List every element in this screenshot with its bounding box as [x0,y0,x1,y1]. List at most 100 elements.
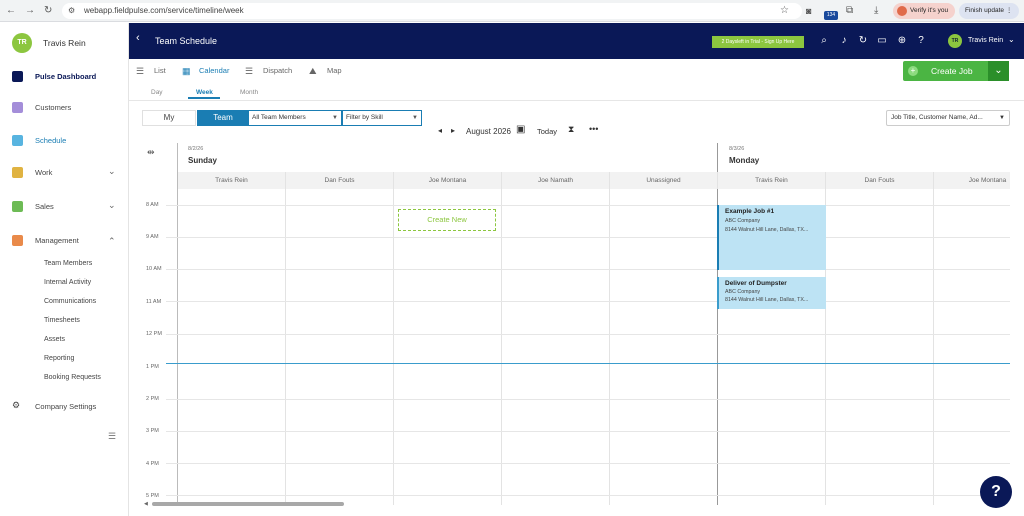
time-label: 11 AM [146,299,162,305]
tab-month[interactable]: Month [240,89,258,96]
chevron-down-icon[interactable]: ⌄ [988,61,1009,81]
time-label: 3 PM [146,428,159,434]
caret-down-icon: ▼ [412,115,418,121]
select-value: Filter by Skill [346,114,383,121]
calendar-icon: ▦ [182,66,191,76]
forward-arrow-icon[interactable]: → [25,4,35,18]
camera-icon[interactable]: ◙ [806,4,811,18]
today-button[interactable]: Today [537,127,557,136]
help-button[interactable]: ? [980,476,1012,508]
customers-icon [12,102,23,113]
day-date: 8/3/26 [729,146,745,152]
sidebar-subitem-communications[interactable]: Communications [44,298,96,305]
job-card[interactable]: Example Job #1 ABC Company 8144 Walnut H… [717,205,826,270]
sidebar-subitem-timesheets[interactable]: Timesheets [44,317,80,324]
bookmark-star-icon[interactable]: ☆ [780,4,789,18]
tab-day[interactable]: Day [151,89,163,96]
job-search-select[interactable]: Job Title, Customer Name, Ad... ▼ [886,110,1010,126]
back-chevron-icon[interactable]: ‹ [136,32,140,44]
sidebar-subitem-internal-activity[interactable]: Internal Activity [44,279,91,286]
browser-toolbar: ← → ↻ ⚙ webapp.fieldpulse.com/service/ti… [0,0,1024,22]
user-name[interactable]: Travis Rein [43,38,86,48]
sidebar-item-schedule[interactable]: Schedule [0,132,128,150]
verify-profile-button[interactable]: Verify it's you [893,3,955,19]
help-circle-icon[interactable]: ? [915,35,927,47]
hour-line [166,301,1010,302]
extension-badge[interactable]: 134 [824,11,838,20]
job-company: ABC Company [725,218,761,224]
header-user-name[interactable]: Travis Rein [968,37,1003,44]
next-week-icon[interactable]: ▸ [451,126,455,135]
column-header: Joe Montana [934,172,1010,189]
schedule-grid: ⇹ 8/2/26 Sunday 8/3/26 Monday Travis Rei… [142,143,1010,505]
time-label: 9 AM [146,234,159,240]
day-divider [717,143,718,505]
refresh-icon[interactable]: ↻ [857,35,869,47]
job-card[interactable]: Deliver of Dumpster ABC Company 8144 Wal… [717,277,826,309]
add-circle-icon[interactable]: ⊕ [896,35,908,47]
finish-update-button[interactable]: Finish update ⋮ [959,3,1019,19]
bell-icon[interactable]: ♪ [838,35,850,47]
chevron-down-icon: ⌄ [108,200,116,210]
site-info-icon[interactable]: ⚙ [68,4,75,18]
sidebar-item-label: Company Settings [35,402,97,411]
calendar-picker-icon[interactable]: ▣ [516,124,525,135]
download-icon[interactable]: ⤓ [874,4,878,18]
sidebar-item-sales[interactable]: Sales ⌄ [0,198,128,216]
sidebar-item-work[interactable]: Work ⌄ [0,164,128,182]
extensions-icon[interactable]: ⧉ [846,4,853,18]
time-label: 10 AM [146,266,162,272]
list-icon: ☰ [136,66,145,76]
tab-label: List [154,66,166,75]
select-value: All Team Members [252,114,306,121]
tab-label: Map [327,66,342,75]
sidebar-item-label: Schedule [35,136,67,145]
scrollbar-thumb[interactable] [152,502,344,506]
collapse-sidebar-icon[interactable]: ☰ [108,431,116,442]
tab-map[interactable]: ⛰ Map [309,66,349,76]
column-header: Travis Rein [718,172,826,189]
sidebar-item-company-settings[interactable]: ⚙ Company Settings [0,398,128,416]
url-text[interactable]: webapp.fieldpulse.com/service/timeline/w… [84,4,244,18]
sidebar-subitem-booking-requests[interactable]: Booking Requests [44,374,101,381]
more-options-icon[interactable]: ••• [589,124,598,134]
job-company: ABC Company [725,289,761,295]
chevron-down-icon[interactable]: ⌄ [1008,35,1015,44]
job-title: Deliver of Dumpster [725,280,787,287]
my-toggle[interactable]: My [142,110,196,126]
help-circle-icon: ? [991,483,1001,500]
tab-dispatch[interactable]: ☰ Dispatch [245,66,301,76]
sidebar-subitem-assets[interactable]: Assets [44,336,65,343]
hourglass-icon[interactable]: ⧗ [568,124,574,135]
avatar[interactable]: TR [12,33,32,53]
tab-week[interactable]: Week [196,89,213,96]
sidebar-item-customers[interactable]: Customers [0,99,128,117]
job-address: 8144 Walnut Hill Lane, Dallas, TX... [725,297,809,303]
chat-icon[interactable]: ▭ [876,35,888,47]
chevron-up-icon: ⌃ [108,236,116,246]
time-label: 12 PM [146,331,162,337]
sidebar-item-label: Work [35,168,53,177]
team-toggle[interactable]: Team [197,110,249,126]
header-avatar[interactable]: TR [948,34,962,48]
reload-icon[interactable]: ↻ [44,4,52,18]
back-arrow-icon[interactable]: ← [6,4,16,18]
sidebar-subitem-team-members[interactable]: Team Members [44,260,92,267]
time-label: 5 PM [146,493,159,499]
skill-filter-select[interactable]: Filter by Skill ▼ [342,110,422,126]
sidebar-subitem-reporting[interactable]: Reporting [44,355,74,362]
expand-columns-icon[interactable]: ⇹ [147,147,155,158]
trial-banner-button[interactable]: 2 Daysleft in Trial - Sign Up Here [712,36,804,48]
dispatch-icon: ☰ [245,66,254,76]
scroll-left-icon[interactable]: ◀ [144,501,148,507]
sidebar-item-management[interactable]: Management ⌃ [0,232,128,250]
create-job-button[interactable]: + Create Job ⌄ [903,61,1009,81]
search-icon[interactable]: ⌕ [818,35,830,47]
tab-list[interactable]: ☰ List [136,66,176,76]
create-new-slot[interactable]: Create New [398,209,496,231]
tab-calendar[interactable]: ▦ Calendar [182,66,238,76]
prev-week-icon[interactable]: ◂ [438,126,442,135]
team-members-select[interactable]: All Team Members ▼ [248,110,342,126]
search-placeholder: Job Title, Customer Name, Ad... [891,114,983,121]
sidebar-item-pulse-dashboard[interactable]: Pulse Dashboard [0,68,128,86]
